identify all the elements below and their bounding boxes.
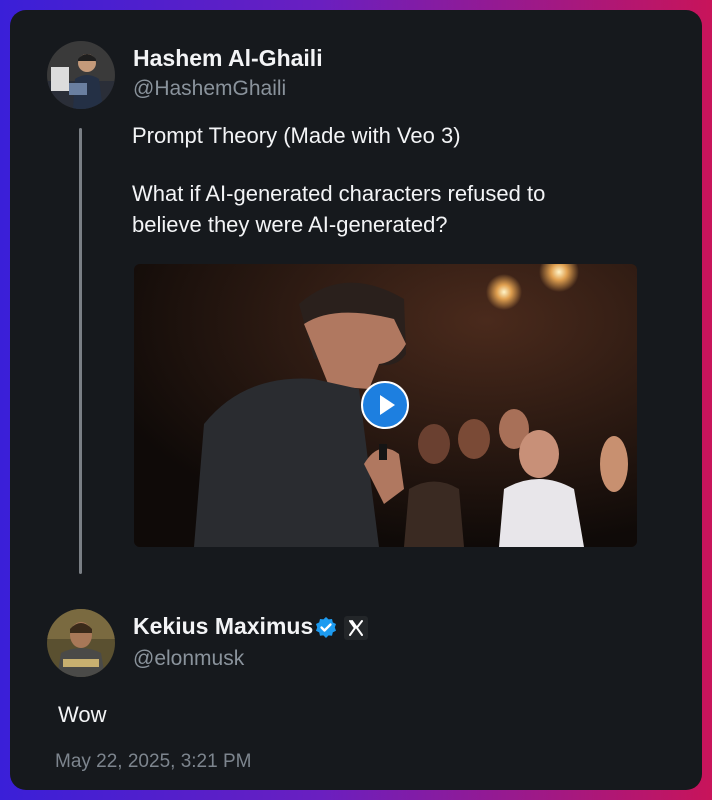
- hashem-avatar[interactable]: [47, 41, 115, 109]
- hashem-handle[interactable]: @HashemGhaili: [133, 76, 286, 102]
- hashem-name[interactable]: Hashem Al-Ghaili: [133, 44, 323, 72]
- post-text-line-1: Prompt Theory (Made with Veo 3): [132, 123, 461, 148]
- reply-text: Wow: [58, 702, 107, 727]
- kekius-name[interactable]: Kekius Maximus: [133, 612, 313, 640]
- thread-line: [79, 128, 82, 574]
- timestamp[interactable]: May 22, 2025, 3:21 PM: [55, 750, 251, 774]
- post-text-line-2: What if AI-generated characters refused …: [132, 181, 546, 206]
- verified-badge-icon: [314, 616, 338, 645]
- post-text-line-3: believe they were AI-generated?: [132, 212, 448, 237]
- kekius-avatar[interactable]: [47, 609, 115, 677]
- play-icon[interactable]: [361, 381, 409, 429]
- tweet-card: Hashem Al-Ghaili @HashemGhaili Prompt Th…: [10, 10, 702, 790]
- x-logo-icon: [344, 616, 368, 645]
- video-thumbnail[interactable]: [134, 264, 637, 547]
- kekius-handle[interactable]: @elonmusk: [133, 646, 244, 672]
